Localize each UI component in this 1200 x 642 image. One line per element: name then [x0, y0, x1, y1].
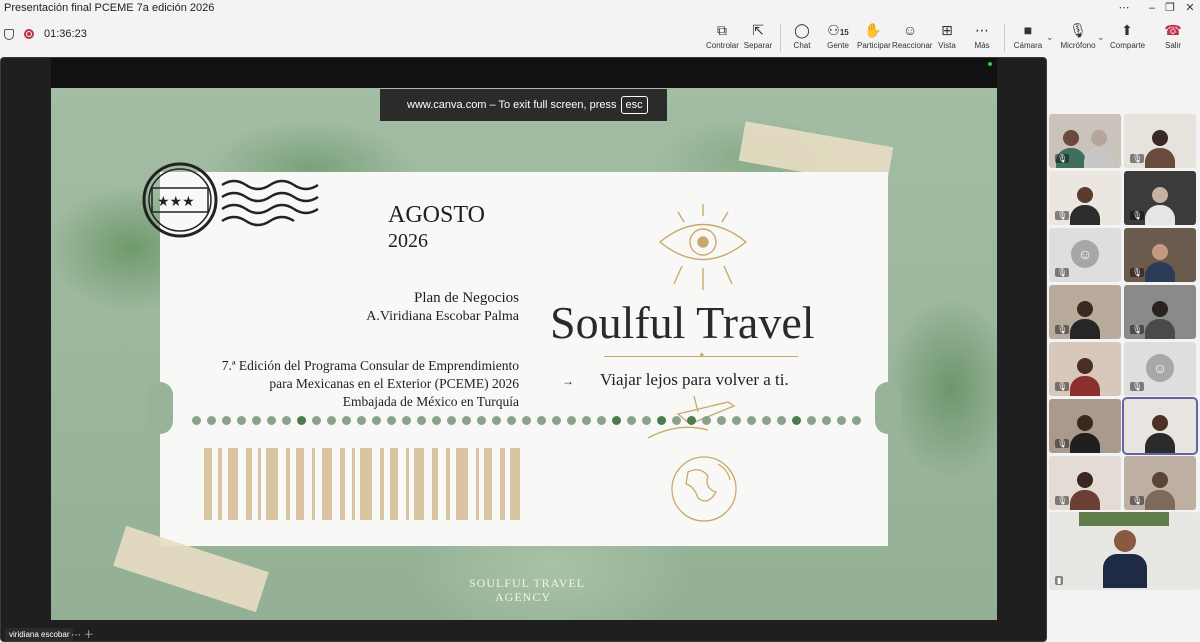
ticket-card: ★★★ AGOSTO 2026 Plan de Negocios A.Virid… [142, 162, 901, 546]
people-icon: ⚇ [827, 22, 840, 38]
presenter-name-tag: viridiana escobar [5, 628, 74, 641]
hang-up-icon: ☎ [1164, 22, 1182, 38]
month-label: AGOSTO [388, 202, 485, 228]
chat-button[interactable]: ◯ Chat [789, 22, 815, 56]
perforation-dots [192, 416, 861, 425]
microphone-icon: 🎙 [1069, 22, 1087, 38]
participant-tile[interactable]: 🎙 [1049, 456, 1121, 510]
view-button[interactable]: ⊞ Vista [934, 22, 960, 56]
edition-line-1: 7.ª Edición del Programa Consular de Emp… [221, 358, 519, 373]
signal-bars-icon: ▮ [1055, 576, 1064, 585]
mic-muted-icon: 🎙 [1130, 268, 1145, 277]
participant-tile[interactable]: 🎙 [1124, 228, 1196, 282]
barcode-graphic [204, 448, 524, 520]
agency-line-1: SOULFUL TRAVEL [469, 576, 586, 590]
avatar-placeholder-icon: ☺ [1146, 354, 1174, 382]
leave-button[interactable]: ☎ Salir [1162, 22, 1184, 56]
arrow-right-icon: → [562, 374, 574, 388]
mic-muted-icon: 🎙 [1130, 211, 1145, 220]
hand-icon: ✋ [864, 22, 882, 38]
mic-muted-icon: 🎙 [1055, 439, 1070, 448]
participant-tile[interactable]: 🎙 [1049, 399, 1121, 453]
participant-tile[interactable]: 🎙 [1124, 114, 1196, 168]
plane-globe-icon [647, 395, 737, 522]
smiley-icon: ☺ [902, 22, 918, 38]
participant-tile[interactable]: 🎙 [1124, 171, 1196, 225]
participant-tile[interactable]: 🎙 [1049, 171, 1121, 225]
shared-screen: www.canva.com – To exit full screen, pre… [0, 57, 1047, 642]
share-button[interactable]: ⬆ Comparte [1110, 22, 1145, 56]
agency-line-2: AGENCY [495, 590, 551, 604]
participant-tile[interactable]: ☺ 🎙 [1049, 228, 1121, 282]
svg-text:★★★: ★★★ [157, 194, 195, 210]
popout-button[interactable]: ⇱ Separar [743, 22, 773, 56]
participant-tile[interactable]: 🎙 [1124, 285, 1196, 339]
mic-muted-icon: 🎙 [1130, 382, 1145, 391]
mic-muted-icon: 🎙 [1055, 382, 1070, 391]
shield-icon [4, 28, 14, 40]
participant-tile-large[interactable]: ▮ [1049, 512, 1200, 590]
camera-icon: ■ [1023, 22, 1033, 38]
meeting-timer: 01:36:23 [44, 28, 87, 40]
year-label: 2026 [388, 230, 428, 252]
mic-muted-icon: 🎙 [1130, 496, 1145, 505]
more-button[interactable]: ⋯ Más [970, 22, 994, 56]
sharing-indicator-icon [988, 62, 992, 66]
sparkle-icon: ✦ [698, 350, 706, 360]
participant-tile[interactable]: 🎙 [1049, 342, 1121, 396]
control-icon: ⧉ [717, 22, 727, 38]
ellipsis-icon: ⋯ [975, 22, 989, 38]
mic-muted-icon: 🎙 [1055, 268, 1070, 277]
react-button[interactable]: ☺ Reaccionar [892, 22, 932, 56]
mic-options-chevron-icon[interactable]: ⌄ [1097, 32, 1105, 43]
edition-line-2: para Mexicanas en el Exterior (PCEME) 20… [269, 376, 519, 391]
mic-muted-icon: 🎙 [1055, 496, 1070, 505]
chat-icon: ◯ [794, 22, 810, 38]
share-icon: ⬆ [1121, 22, 1133, 38]
mic-muted-icon: 🎙 [1130, 325, 1145, 334]
window-title: Presentación final PCEME 7a edición 2026 [0, 0, 1200, 16]
esc-key: esc [620, 96, 648, 114]
fullscreen-banner: www.canva.com – To exit full screen, pre… [380, 89, 667, 121]
raise-hand-button[interactable]: ✋ Participar [857, 22, 891, 56]
participant-tile[interactable]: ☺ 🎙 [1124, 342, 1196, 396]
mic-muted-icon: 🎙 [1130, 154, 1145, 163]
edition-line-3: Embajada de México en Turquía [342, 394, 519, 409]
author-name: A.Viridiana Escobar Palma [366, 309, 519, 324]
plan-title: Plan de Negocios [414, 290, 519, 306]
participant-tile[interactable]: 🎙 [1049, 285, 1121, 339]
eye-emblem-icon [658, 204, 748, 290]
mic-muted-icon: 🎙 [1055, 211, 1070, 220]
meeting-status: 01:36:23 [4, 28, 87, 40]
presentation-slide: www.canva.com – To exit full screen, pre… [51, 58, 997, 620]
meeting-toolbar: 01:36:23 ⧉ Controlar ⇱ Separar ◯ Chat ⚇1… [0, 16, 1200, 56]
brand-tagline: Viajar lejos para volver a ti. [600, 370, 789, 389]
grid-icon: ⊞ [941, 22, 953, 38]
close-window-button[interactable]: ✕ [1176, 0, 1200, 16]
participant-tile-speaking[interactable] [1122, 397, 1198, 455]
participant-tile[interactable]: 🎙 [1124, 456, 1196, 510]
mic-button[interactable]: 🎙 Micrófono [1060, 22, 1096, 56]
recording-icon [24, 29, 34, 39]
postmark-icon: ★★★ [142, 162, 319, 238]
popout-icon: ⇱ [752, 22, 764, 38]
avatar-placeholder-icon: ☺ [1071, 240, 1099, 268]
people-count: 15 [839, 28, 849, 37]
presenter-options-icon[interactable]: ⋯ ＋ [71, 626, 94, 641]
people-button[interactable]: ⚇15 Gente [823, 22, 853, 56]
control-button[interactable]: ⧉ Controlar [706, 22, 739, 56]
brand-name: Soulful Travel [550, 297, 815, 348]
camera-options-chevron-icon[interactable]: ⌄ [1046, 32, 1054, 43]
more-options-icon[interactable]: ⋯ [1110, 0, 1138, 16]
participant-tile[interactable]: 🎙 [1049, 114, 1121, 168]
mic-muted-icon: 🎙 [1055, 325, 1070, 334]
mic-muted-icon: 🎙 [1055, 154, 1070, 163]
camera-button[interactable]: ■ Cámara [1013, 22, 1043, 56]
